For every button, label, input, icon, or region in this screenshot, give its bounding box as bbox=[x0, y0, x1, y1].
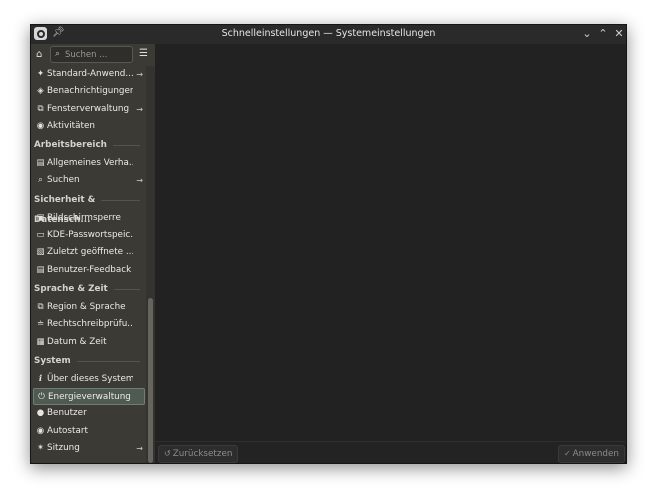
section-heading-label: System bbox=[34, 355, 71, 366]
minimize-button[interactable]: ⌄ bbox=[580, 26, 594, 42]
section-heading-label: Sprache & Zeit bbox=[34, 283, 108, 294]
arrow-right-icon: → bbox=[136, 70, 143, 79]
sidebar-item[interactable]: ● Benutzer bbox=[33, 405, 145, 422]
arrow-right-icon: → bbox=[136, 444, 143, 454]
notification-icon: ◈ bbox=[37, 86, 44, 97]
sidebar-item[interactable]: ✦ Standard-Anwend... → bbox=[33, 66, 145, 83]
close-button[interactable]: ✕ bbox=[612, 26, 626, 42]
scrollbar-thumb[interactable] bbox=[148, 298, 153, 463]
sidebar-item[interactable]: ⌕ Suchen → bbox=[33, 172, 145, 189]
section-heading: Sicherheit & Datensch... bbox=[31, 190, 146, 225]
info-icon: i bbox=[38, 373, 43, 384]
wallet-icon: ▭ bbox=[36, 230, 45, 241]
sidebar-item-label: Benutzer bbox=[47, 408, 87, 419]
sidebar-item-label: Energieverwaltung bbox=[48, 392, 131, 403]
sidebar-item-label: Datum & Zeit bbox=[47, 336, 107, 347]
sidebar-item-label: Aktivitäten bbox=[47, 120, 95, 131]
search-input[interactable] bbox=[65, 48, 131, 61]
sidebar-item[interactable]: ▤ Benutzer-Feedback bbox=[33, 262, 145, 279]
bottom-bar: ↺ Zurücksetzen ✓ Anwenden bbox=[155, 441, 626, 463]
sidebar-item-label: Zuletzt geöffnete ... bbox=[47, 247, 133, 258]
maximize-button[interactable]: ⌃ bbox=[596, 26, 610, 42]
sidebar-header: ⌂ ⌕ ☰ bbox=[31, 44, 155, 66]
section-heading-label: Arbeitsbereich bbox=[34, 140, 107, 151]
search-icon: ⌕ bbox=[55, 49, 61, 59]
sidebar-item[interactable]: ▣ Bildschirmsperre bbox=[33, 210, 145, 227]
section-heading: Sprache & Zeit bbox=[31, 279, 146, 299]
sidebar-item[interactable]: ▤ Allgemeines Verha... bbox=[33, 155, 145, 172]
sidebar-item[interactable]: ≐ Rechtschreibprüfu... bbox=[33, 316, 145, 333]
category-list: ✦ Standard-Anwend... → ◈ Benachrichtigungen ⧉… bbox=[31, 66, 146, 457]
reset-label: Zurücksetzen bbox=[172, 449, 233, 459]
lock-icon: ▣ bbox=[36, 212, 45, 223]
sidebar-item[interactable]: ⏻ Energieverwaltung bbox=[33, 388, 145, 406]
section-heading: Arbeitsbereich bbox=[31, 135, 146, 155]
sidebar-scrollbar[interactable] bbox=[146, 66, 155, 463]
sidebar-item[interactable]: ⧉ Region & Sprache bbox=[33, 299, 145, 316]
user-icon: ● bbox=[36, 408, 45, 419]
undo-icon: ↺ bbox=[164, 449, 171, 458]
sidebar-item-label: Fensterverwaltung bbox=[47, 103, 130, 114]
sidebar: ⌂ ⌕ ☰ ✦Standard-Anwend...→◈Benachrichtig… bbox=[31, 44, 155, 463]
sidebar-item-label: Region & Sprache bbox=[47, 301, 126, 312]
content-area: ↺ Zurücksetzen ✓ Anwenden bbox=[155, 44, 626, 463]
calendar-icon: ▦ bbox=[36, 336, 45, 347]
sidebar-item-label: Autostart bbox=[47, 425, 88, 436]
settings-window: 📌︎ Schnelleinstellungen — Systemeinstell… bbox=[30, 24, 627, 464]
sidebar-item-label: Suchen bbox=[47, 175, 80, 186]
sidebar-item[interactable]: ✴ Sitzung → bbox=[33, 440, 145, 457]
check-icon: ✓ bbox=[563, 449, 571, 458]
home-icon[interactable]: ⌂ bbox=[36, 49, 42, 60]
section-heading: System bbox=[31, 351, 146, 371]
activities-icon: ◉ bbox=[36, 120, 45, 131]
sidebar-item-label: Benutzer-Feedback bbox=[47, 264, 132, 275]
sidebar-item-label: Rechtschreibprüfu... bbox=[47, 319, 133, 330]
window-title: Schnelleinstellungen — Systemeinstellung… bbox=[221, 28, 436, 39]
apply-label: Anwenden bbox=[572, 449, 619, 459]
windows-icon: ⧉ bbox=[37, 103, 44, 114]
sidebar-item[interactable]: ▧ Zuletzt geöffnete ... bbox=[33, 244, 145, 261]
recent-files-icon: ▧ bbox=[36, 247, 45, 258]
power-icon: ⏻ bbox=[38, 392, 45, 403]
sidebar-item-label: Standard-Anwend... bbox=[47, 69, 133, 79]
search-box[interactable]: ⌕ bbox=[50, 46, 133, 63]
general-behavior-icon: ▤ bbox=[36, 158, 45, 169]
section-divider bbox=[101, 199, 140, 201]
arrow-right-icon: → bbox=[136, 104, 143, 114]
hamburger-menu-icon[interactable]: ☰ bbox=[139, 48, 148, 59]
sidebar-item[interactable]: ◉ Aktivitäten bbox=[33, 118, 145, 135]
section-divider bbox=[76, 360, 140, 362]
region-icon: ⧉ bbox=[37, 301, 44, 312]
sidebar-item-label: Benachrichtigungen bbox=[47, 86, 133, 97]
sidebar-item[interactable]: ▭ KDE-Passwortspeic... bbox=[33, 227, 145, 244]
sidebar-item[interactable]: i Über dieses System bbox=[33, 371, 145, 388]
feedback-icon: ▤ bbox=[36, 264, 45, 275]
sidebar-item[interactable]: ⧉ Fensterverwaltung → bbox=[33, 101, 145, 118]
sidebar-item[interactable]: ◉ Autostart bbox=[33, 423, 145, 440]
sidebar-item-label: Über dieses System bbox=[47, 373, 133, 384]
arrow-right-icon: → bbox=[136, 176, 143, 186]
title-bar[interactable]: 📌︎ Schnelleinstellungen — Systemeinstell… bbox=[31, 25, 626, 44]
sidebar-item-label: Sitzung bbox=[47, 443, 80, 454]
sidebar-item-label: Bildschirmsperre bbox=[47, 212, 121, 223]
session-icon: ✴ bbox=[36, 443, 45, 454]
sidebar-item[interactable]: ◈ Benachrichtigungen bbox=[33, 83, 145, 100]
spellcheck-icon: ≐ bbox=[36, 319, 45, 330]
sidebar-item-label: Allgemeines Verha... bbox=[47, 158, 133, 169]
autostart-icon: ◉ bbox=[36, 425, 45, 436]
apply-button[interactable]: ✓ Anwenden bbox=[557, 445, 625, 463]
star-icon: ✦ bbox=[36, 69, 45, 79]
search-icon: ⌕ bbox=[38, 175, 43, 186]
sidebar-item-label: KDE-Passwortspeic... bbox=[47, 230, 133, 241]
section-divider bbox=[112, 145, 140, 147]
section-divider bbox=[113, 288, 140, 290]
sidebar-item[interactable]: ▦ Datum & Zeit bbox=[33, 334, 145, 351]
reset-button[interactable]: ↺ Zurücksetzen bbox=[158, 445, 239, 463]
